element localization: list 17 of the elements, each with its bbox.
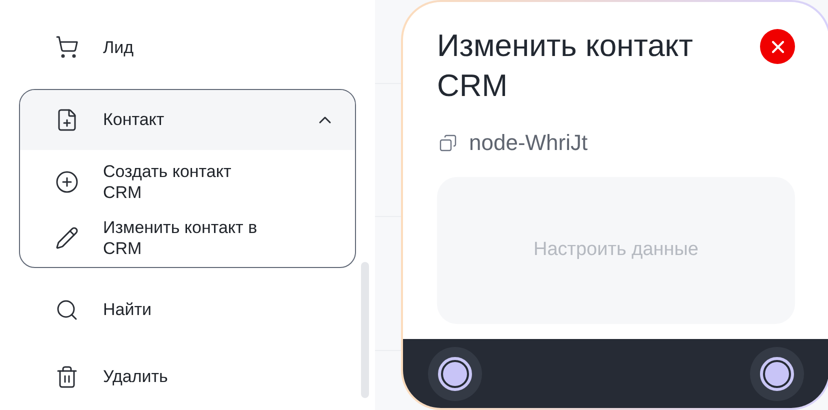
trash-icon bbox=[55, 364, 79, 389]
menu-group-header[interactable]: Контакт bbox=[20, 90, 355, 150]
node-title: Изменить контакт CRM bbox=[437, 27, 694, 105]
scrollbar-thumb[interactable] bbox=[361, 262, 369, 398]
plus-circle-icon bbox=[55, 170, 79, 194]
menu-item[interactable]: Удалить bbox=[0, 343, 375, 410]
copy-icon[interactable] bbox=[439, 134, 457, 152]
menu-item[interactable]: Найти bbox=[0, 276, 375, 344]
search-icon bbox=[55, 298, 79, 322]
pencil-icon bbox=[55, 226, 79, 250]
node-card[interactable]: Изменить контакт CRM node-WhriJt Настроить данные bbox=[401, 0, 828, 410]
close-button[interactable] bbox=[760, 29, 795, 64]
cart-icon bbox=[55, 35, 79, 60]
submenu-item[interactable]: Создать контакт CRM bbox=[20, 154, 355, 210]
submenu-item[interactable]: Изменить контакт в CRM bbox=[20, 210, 355, 266]
menu-item[interactable]: Лид bbox=[0, 14, 375, 81]
node-id: node-WhriJt bbox=[469, 129, 588, 157]
